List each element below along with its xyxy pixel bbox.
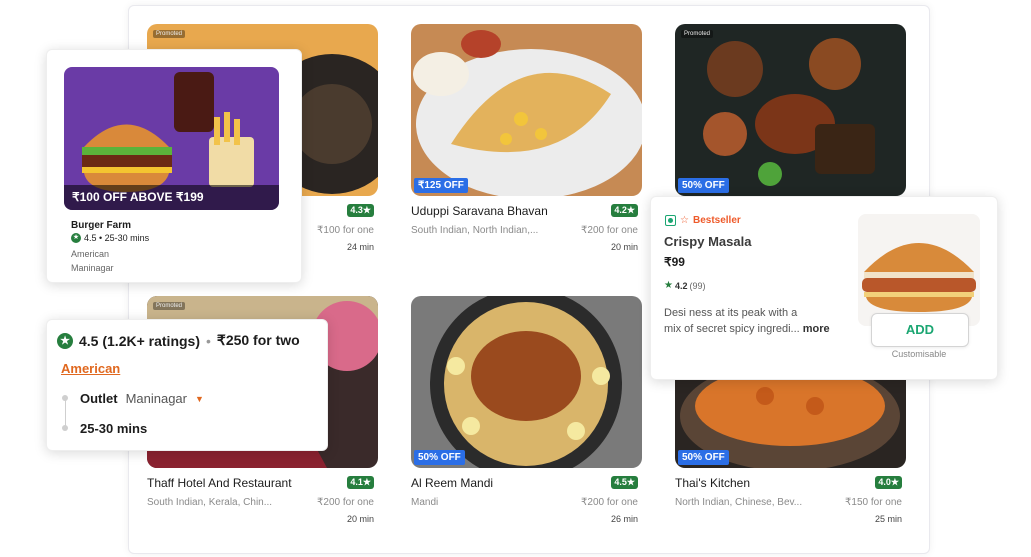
restaurant-image: Promoted 50% OFF: [675, 24, 906, 196]
bestseller-row: ☆ Bestseller: [665, 215, 741, 226]
dish-rating-count: (99): [689, 280, 706, 291]
offer-badge: 50% OFF: [678, 450, 729, 465]
price-for-two: ₹250 for two: [216, 332, 300, 348]
star-icon: ★: [57, 332, 73, 349]
delivery-time: 26 min: [610, 514, 638, 524]
restaurant-card[interactable]: Promoted 50% OFF: [675, 24, 906, 196]
delivery-time: 20 min: [346, 514, 374, 524]
dish-rating-row: ★ 4.2 (99): [664, 280, 706, 291]
description-line-2: mix of secret spicy ingredi... more: [664, 321, 854, 337]
separator-dot: •: [206, 332, 211, 349]
description-line: Desi ness at its peak with a: [664, 307, 798, 319]
price-for-one: ₹200 for one: [317, 497, 374, 508]
restaurant-name: Uduppi Saravana Bhavan: [411, 204, 548, 218]
rating-summary-row: ★ 4.5 (1.2K+ ratings) • ₹250 for two: [57, 332, 300, 349]
star-icon: ★: [664, 280, 673, 291]
veg-indicator-icon: [665, 215, 676, 226]
bestseller-star-icon: ☆: [680, 215, 689, 226]
rating-text: 4.5 (1.2K+ ratings): [79, 332, 200, 349]
restaurant-name: Al Reem Mandi: [411, 476, 494, 490]
dish-price: ₹99: [664, 255, 685, 269]
rating-badge: 4.5★: [611, 476, 638, 489]
restaurant-card[interactable]: ₹125 OFF Uduppi Saravana Bhavan 4.2★ Sou…: [411, 24, 642, 252]
cuisine-link[interactable]: American: [61, 361, 120, 376]
delivery-time: 20 min: [610, 242, 638, 252]
price-for-one: ₹100 for one: [317, 225, 374, 236]
outlet-row[interactable]: Outlet Maninagar ▼: [80, 391, 204, 406]
restaurant-image: 50% OFF: [411, 296, 642, 468]
rating-badge: 4.1★: [347, 476, 374, 489]
timeline-dot: [62, 425, 68, 431]
dish-image: [858, 214, 980, 326]
dish-rating: 4.2: [674, 280, 688, 291]
location-label: Maninagar: [71, 263, 114, 273]
offer-banner: ₹100 OFF ABOVE ₹199: [72, 190, 204, 204]
customisable-label: Customisable: [891, 349, 947, 359]
restaurant-image: ₹125 OFF: [411, 24, 642, 196]
rating-badge: 4.3★: [347, 204, 374, 217]
rating-badge: 4.2★: [611, 204, 638, 217]
dish-card[interactable]: ☆ Bestseller Crispy Masala ₹99 ★ 4.2 (99…: [650, 196, 998, 380]
dish-name: Crispy Masala: [664, 234, 752, 249]
delivery-time: 25 min: [874, 514, 902, 524]
rating-time-row: ★ 4.5 • 25-30 mins: [71, 233, 149, 243]
burger-farm-card[interactable]: ₹100 OFF ABOVE ₹199 Burger Farm ★ 4.5 • …: [46, 49, 302, 283]
offer-badge: 50% OFF: [414, 450, 465, 465]
delivery-time: 24 min: [346, 242, 374, 252]
price-for-one: ₹200 for one: [581, 497, 638, 508]
restaurant-name: Thai's Kitchen: [675, 476, 750, 490]
timeline-dot: [62, 395, 68, 401]
promoted-label: Promoted: [153, 30, 186, 38]
outlet-label: Outlet: [80, 391, 118, 406]
cuisine-label: American: [71, 249, 110, 259]
more-link[interactable]: more: [803, 323, 830, 335]
dropdown-arrow-icon: ▼: [195, 393, 204, 404]
promoted-label: Promoted: [681, 30, 714, 38]
restaurant-card[interactable]: 50% OFF Al Reem Mandi 4.5★ Mandi ₹200 fo…: [411, 296, 642, 524]
price-for-one: ₹200 for one: [581, 225, 638, 236]
outlet-value: Maninagar: [125, 391, 187, 406]
dish-description: Desi ness at its peak with a mix of secr…: [664, 305, 854, 337]
restaurant-info-card: ★ 4.5 (1.2K+ ratings) • ₹250 for two Ame…: [46, 319, 328, 451]
burger-image: ₹100 OFF ABOVE ₹199: [64, 67, 279, 210]
restaurant-name: Burger Farm: [71, 220, 132, 231]
price-for-one: ₹150 for one: [845, 497, 902, 508]
offer-badge: ₹125 OFF: [414, 178, 468, 193]
rating-badge: 4.0★: [875, 476, 902, 489]
rating-and-time: 4.5 • 25-30 mins: [84, 233, 150, 243]
add-button[interactable]: ADD: [871, 313, 969, 347]
bestseller-badge: Bestseller: [692, 215, 741, 226]
star-icon: ★: [71, 233, 81, 243]
promoted-label: Promoted: [153, 302, 186, 310]
description-text: mix of secret spicy ingredi...: [664, 323, 800, 335]
restaurant-name: Thaff Hotel And Restaurant: [147, 476, 292, 490]
offer-badge: 50% OFF: [678, 178, 729, 193]
delivery-time: 25-30 mins: [80, 421, 148, 436]
